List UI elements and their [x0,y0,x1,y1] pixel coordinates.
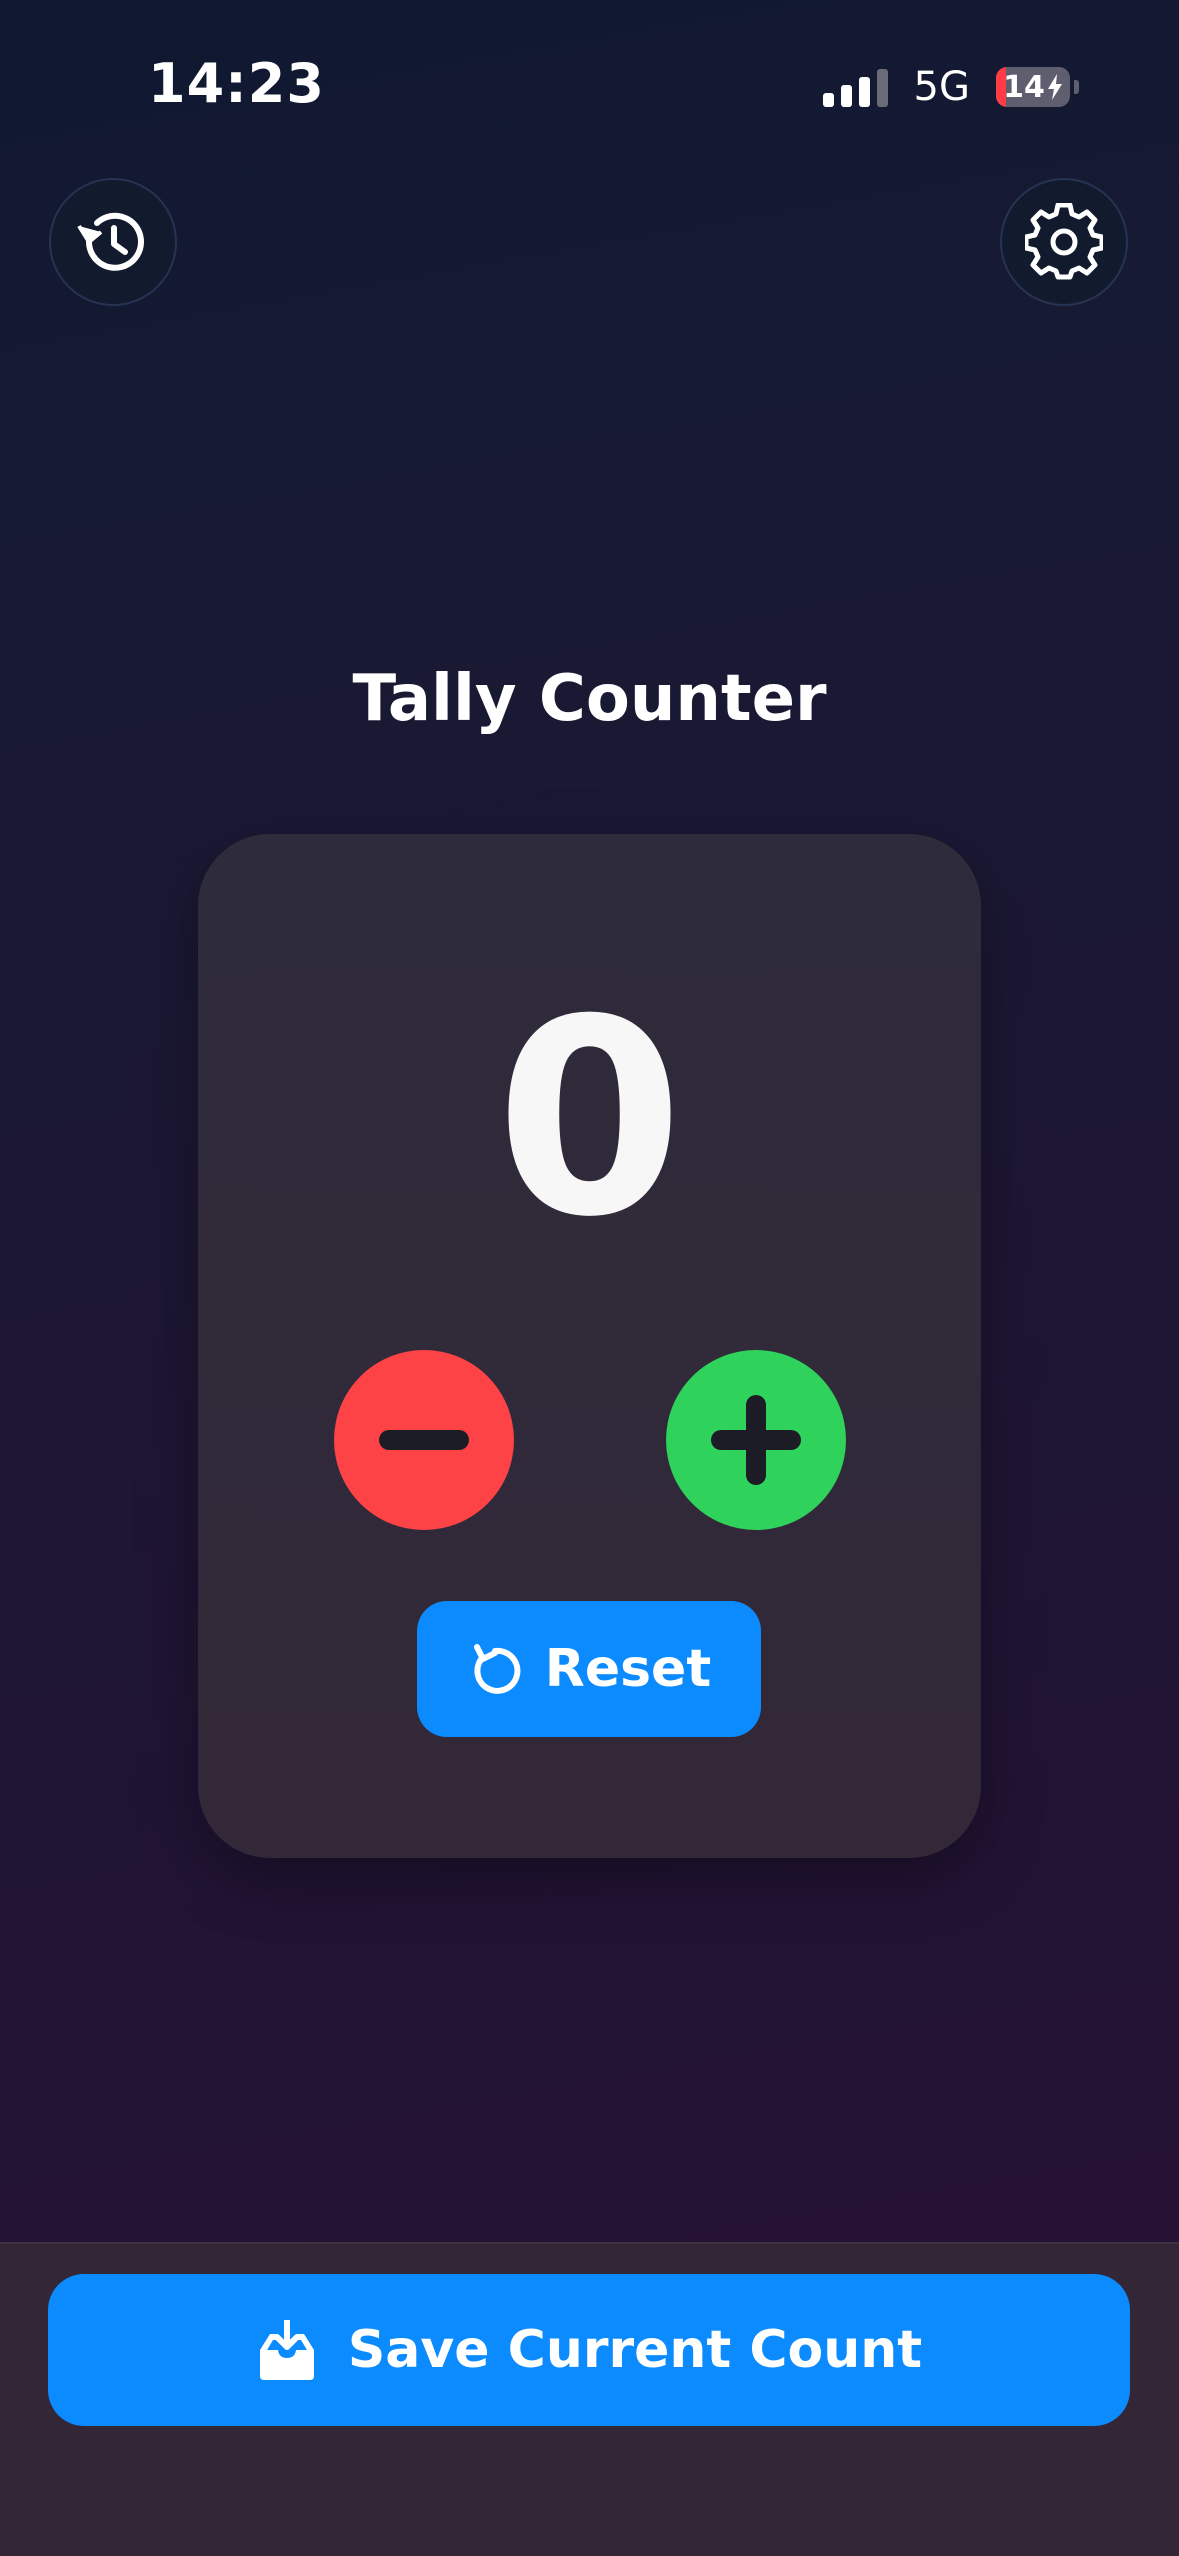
battery-level-label: 14 [1003,70,1063,105]
signal-strength-icon [822,67,888,107]
history-button[interactable] [49,178,177,306]
network-type: 5G [913,64,970,110]
charging-bolt-icon [1047,74,1062,100]
gear-icon [1025,203,1103,280]
status-time: 14:23 [148,52,325,115]
reset-label: Reset [544,1639,712,1699]
bottom-bar: Save Current Count [0,2242,1179,2556]
status-indicators: 5G 14 [822,62,1079,112]
minus-icon [379,1430,469,1450]
settings-button[interactable] [1000,178,1128,306]
increment-button[interactable] [666,1350,846,1530]
counter-card: 0 Reset [198,834,981,1858]
reset-button[interactable]: Reset [417,1601,761,1737]
page-title: Tally Counter [352,662,827,736]
battery-level: 14 [1003,69,1045,105]
decrement-button[interactable] [334,1350,514,1530]
save-button-label: Save Current Count [347,2320,923,2380]
save-count-button[interactable]: Save Current Count [48,2274,1130,2426]
plus-icon [711,1395,801,1485]
battery-icon: 14 [996,67,1070,107]
history-icon [77,212,144,271]
reset-icon [473,1644,521,1694]
count-display: 0 [495,961,684,1276]
battery-cap [1074,80,1079,94]
tray-download-icon [259,2320,314,2380]
